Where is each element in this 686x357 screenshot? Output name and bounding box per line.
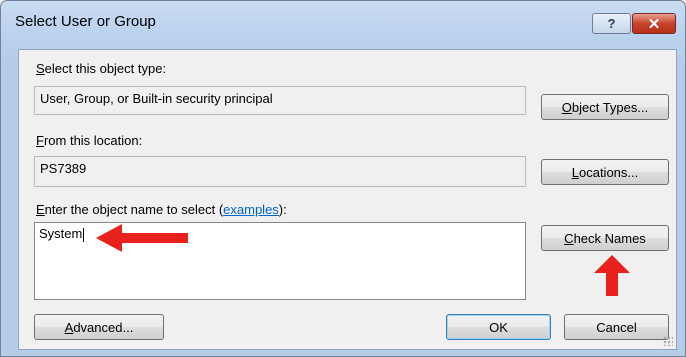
title-bar[interactable]: Select User or Group ? ✕ [1,1,685,41]
locations-button[interactable]: Locations... [541,159,669,185]
object-types-button[interactable]: Object Types... [541,94,669,120]
location-field: PS7389 [34,156,526,187]
text-caret [83,227,85,242]
location-label: From this location: [36,133,143,148]
examples-link[interactable]: examples [223,202,279,217]
object-name-value: System [39,226,83,241]
check-names-button[interactable]: Check Names [541,225,669,251]
object-name-label: Enter the object name to select (example… [36,202,287,217]
help-button[interactable]: ? [592,13,631,34]
object-type-label: Select this object type: [36,61,167,76]
select-user-or-group-dialog: Select User or Group ? ✕ Select this obj… [0,0,686,357]
ok-button[interactable]: OK [446,314,551,340]
advanced-button[interactable]: Advanced... [34,314,164,340]
close-icon: ✕ [647,15,661,33]
object-name-input[interactable]: System [34,222,526,300]
dialog-title: Select User or Group [15,13,156,30]
dialog-body: Select this object type: User, Group, or… [18,49,677,350]
object-type-field: User, Group, or Built-in security princi… [34,86,526,115]
close-button[interactable]: ✕ [632,13,676,34]
resize-grip[interactable] [663,336,673,346]
cancel-button[interactable]: Cancel [564,314,669,340]
